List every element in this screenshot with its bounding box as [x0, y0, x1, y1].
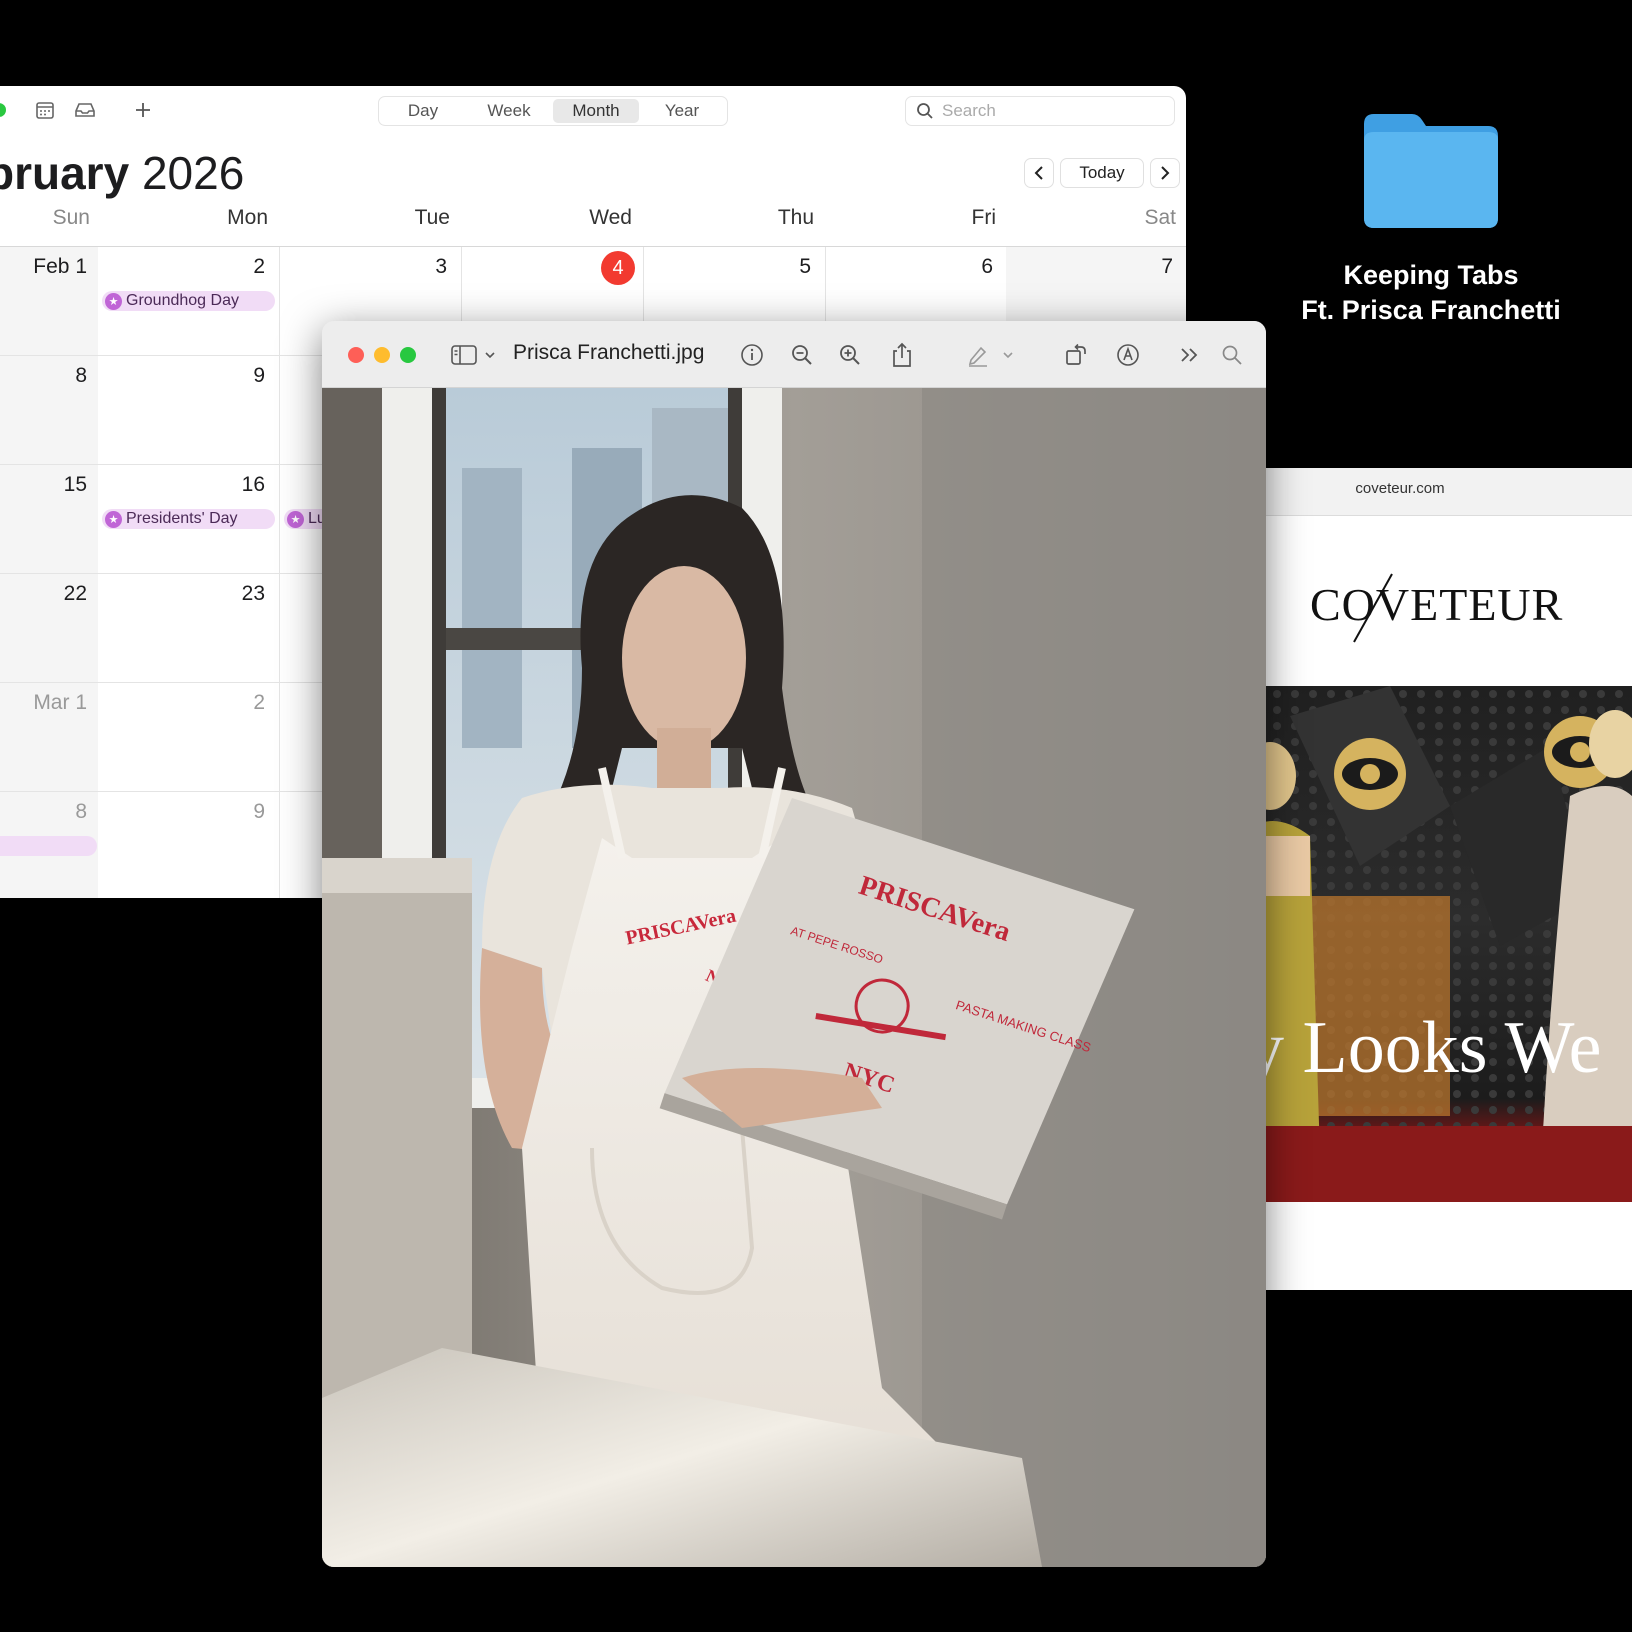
calendar-day-cell[interactable]: Feb 1	[0, 247, 102, 356]
weekday-header: Sun Mon Tue Wed Thu Fri Sat	[0, 206, 1186, 236]
view-month-button[interactable]: Month	[553, 99, 639, 123]
day-number: 9	[253, 800, 265, 823]
logo-slash	[1353, 573, 1393, 643]
search-icon	[917, 103, 933, 119]
search-placeholder: Search	[942, 101, 996, 120]
weekday-label-fri: Fri	[971, 206, 997, 229]
zoom-window-button[interactable]	[0, 103, 6, 117]
day-number: 8	[75, 364, 87, 387]
view-week-button[interactable]: Week	[465, 99, 553, 123]
document-title: Prisca Franchetti.jpg	[513, 341, 705, 364]
day-number: 8	[75, 800, 87, 823]
calendar-day-cell[interactable]: 2 ★ Groundhog Day	[98, 247, 280, 356]
folder-label-line1: Keeping Tabs	[1343, 260, 1519, 290]
calendar-day-cell[interactable]: 9	[98, 792, 280, 898]
preview-window: Prisca Franchetti.jpg PRISCAVera PRISCAV…	[322, 321, 1266, 1567]
event-title: Groundhog Day	[126, 292, 239, 309]
zoom-out-icon[interactable]	[788, 341, 816, 369]
previous-month-button[interactable]	[1024, 158, 1054, 188]
address-bar[interactable]: coveteur.com	[1250, 480, 1550, 497]
today-date-badge: 4	[601, 251, 635, 285]
weekday-label-wed: Wed	[589, 206, 632, 229]
calendar-day-cell[interactable]: Mar 1	[0, 683, 102, 792]
view-switcher: Day Week Month Year	[378, 96, 728, 126]
markup-toolbar-icon[interactable]	[1114, 341, 1142, 369]
rotate-icon[interactable]	[1062, 341, 1090, 369]
calendar-list-icon[interactable]	[34, 99, 56, 121]
photo-image: PRISCAVera NYC PRISCAVera AT PEPE ROSSO …	[322, 388, 1266, 1567]
weekday-label-thu: Thu	[777, 206, 814, 229]
calendar-search-field[interactable]: Search	[905, 96, 1175, 126]
markup-menu-chevron-icon[interactable]	[1000, 341, 1016, 369]
calendar-day-cell[interactable]: 8 t Saving...	[0, 792, 102, 898]
folder-icon[interactable]	[1360, 110, 1502, 232]
chevron-down-icon[interactable]	[482, 341, 498, 369]
chevron-left-icon	[1034, 166, 1043, 180]
day-number: 6	[981, 255, 993, 278]
more-tools-icon[interactable]	[1176, 341, 1204, 369]
view-day-button[interactable]: Day	[381, 99, 465, 123]
today-button[interactable]: Today	[1060, 158, 1144, 188]
view-year-button[interactable]: Year	[639, 99, 725, 123]
day-number: 16	[241, 473, 265, 496]
hero-image[interactable]: ny Looks We	[1250, 686, 1632, 1202]
weekday-label-tue: Tue	[414, 206, 450, 229]
inbox-icon[interactable]	[74, 99, 96, 121]
chevron-right-icon	[1161, 166, 1170, 180]
calendar-event[interactable]: t Saving...	[0, 836, 97, 856]
day-number: Mar 1	[33, 691, 87, 714]
folder-label-line2: Ft. Prisca Franchetti	[1301, 295, 1561, 325]
search-icon[interactable]	[1218, 341, 1246, 369]
day-number: 22	[63, 582, 87, 605]
day-number: 23	[241, 582, 265, 605]
day-number: 3	[435, 255, 447, 278]
holiday-star-icon: ★	[287, 510, 304, 528]
day-number: 5	[799, 255, 811, 278]
add-event-icon[interactable]	[132, 99, 154, 121]
preview-toolbar: Prisca Franchetti.jpg	[322, 321, 1266, 388]
markup-pen-icon[interactable]	[964, 341, 992, 369]
calendar-day-cell[interactable]: 23	[98, 574, 280, 683]
article-headline[interactable]: ny Looks We	[1250, 1006, 1601, 1091]
event-title: Presidents' Day	[126, 510, 238, 527]
day-number: 9	[253, 364, 265, 387]
holiday-star-icon: ★	[105, 510, 122, 528]
weekday-label-sun: Sun	[52, 206, 90, 229]
minimize-window-button[interactable]	[374, 347, 390, 363]
calendar-day-cell[interactable]: 8	[0, 356, 102, 465]
month-title: bruary 2026	[0, 146, 244, 200]
calendar-day-cell[interactable]: 16 ★ Presidents' Day	[98, 465, 280, 574]
next-month-button[interactable]	[1150, 158, 1180, 188]
zoom-window-button[interactable]	[400, 347, 416, 363]
calendar-day-cell[interactable]: 22	[0, 574, 102, 683]
day-number: Feb 1	[33, 255, 87, 278]
day-number: 15	[63, 473, 87, 496]
day-number: 2	[253, 691, 265, 714]
weekday-label-mon: Mon	[227, 206, 268, 229]
folder-label[interactable]: Keeping Tabs Ft. Prisca Franchetti	[1256, 258, 1606, 328]
holiday-star-icon: ★	[105, 292, 122, 310]
browser-window: coveteur.com COVETEUR y Looks We	[1250, 468, 1632, 1290]
weekday-label-sat: Sat	[1144, 206, 1176, 229]
calendar-event[interactable]: ★ Presidents' Day	[102, 509, 275, 529]
calendar-day-cell[interactable]: 9	[98, 356, 280, 465]
close-window-button[interactable]	[348, 347, 364, 363]
calendar-event[interactable]: ★ Groundhog Day	[102, 291, 275, 311]
calendar-toolbar: Day Week Month Year Search	[0, 86, 1186, 138]
date-navigation: Today	[1024, 158, 1180, 188]
day-number: 7	[1161, 255, 1173, 278]
share-icon[interactable]	[888, 341, 916, 369]
browser-toolbar: coveteur.com	[1250, 468, 1632, 516]
day-number: 2	[253, 255, 265, 278]
month-name: bruary	[0, 147, 130, 199]
calendar-day-cell[interactable]: 2	[98, 683, 280, 792]
calendar-day-cell[interactable]: 15	[0, 465, 102, 574]
info-icon[interactable]	[738, 341, 766, 369]
zoom-in-icon[interactable]	[836, 341, 864, 369]
sidebar-toggle-icon[interactable]	[450, 341, 478, 369]
year-label: 2026	[141, 147, 245, 199]
